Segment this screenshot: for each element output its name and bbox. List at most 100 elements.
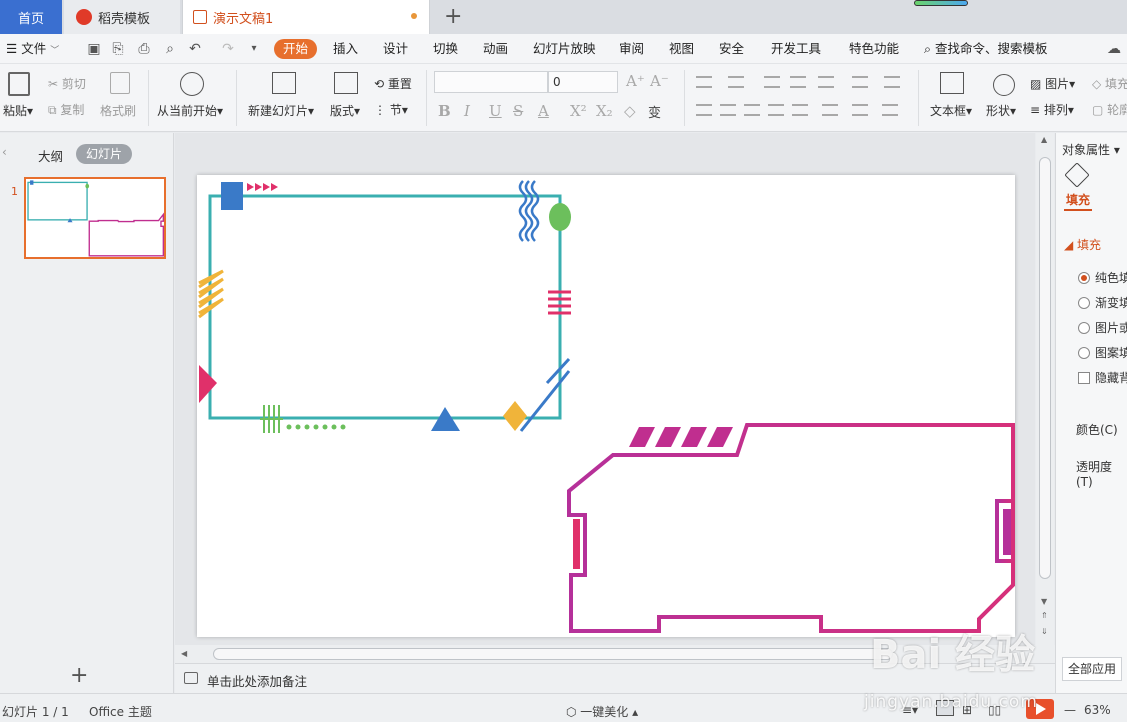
notes-toggle-icon[interactable]: ≡▾ — [902, 703, 918, 717]
font-shrink-icon[interactable]: A⁻ — [650, 72, 669, 90]
radio-gradient-fill[interactable]: 渐变填充 — [1078, 294, 1127, 311]
undo-icon[interactable]: ↶ — [187, 41, 203, 57]
beautify-button[interactable]: ⬡ 一键美化 ▴ — [566, 703, 638, 720]
prev-slide-icon[interactable]: ⇑ — [1041, 611, 1048, 620]
menu-special[interactable]: 特色功能 — [849, 34, 899, 64]
notes-placeholder[interactable]: 单击此处添加备注 — [207, 671, 307, 690]
subscript-icon[interactable]: X₂ — [596, 102, 613, 120]
file-menu[interactable]: ☰ 文件 ﹀ — [6, 34, 59, 64]
redo-icon[interactable]: ↷ — [220, 41, 236, 57]
menu-start[interactable]: 开始 — [274, 39, 318, 59]
text-direction-icon[interactable] — [852, 76, 868, 88]
strikethrough-icon[interactable]: S — [513, 102, 523, 120]
menu-insert[interactable]: 插入 — [333, 34, 358, 64]
menu-slideshow[interactable]: 幻灯片放映 — [533, 34, 596, 64]
collapse-panel-icon[interactable]: ‹ — [2, 145, 7, 159]
justify-icon[interactable] — [768, 104, 784, 116]
bullets-icon[interactable] — [696, 76, 712, 88]
textbox-button[interactable]: 文本框▾ — [930, 102, 972, 119]
paste-button[interactable]: 粘贴▾ — [3, 102, 33, 119]
new-slide-button[interactable]: 新建幻灯片▾ — [248, 102, 314, 119]
italic-icon[interactable]: I — [464, 102, 470, 120]
shape-button[interactable]: 形状▾ — [986, 102, 1016, 119]
customize-quick-access-icon[interactable]: ▾ — [246, 41, 262, 57]
underline-icon[interactable]: U — [489, 102, 502, 120]
vertical-scrollbar[interactable]: ▲ ▼ ⇑ ⇓ — [1036, 133, 1054, 645]
save-icon[interactable]: ▣ — [86, 41, 102, 57]
menu-review[interactable]: 审阅 — [619, 34, 644, 64]
vertical-scroll-thumb[interactable] — [1039, 157, 1051, 579]
scroll-left-icon[interactable]: ◀ — [181, 649, 187, 658]
normal-view-icon[interactable] — [936, 700, 954, 716]
distribute-icon[interactable] — [792, 104, 808, 116]
columns-icon[interactable] — [818, 76, 834, 88]
menu-developer[interactable]: 开发工具 — [771, 34, 821, 64]
horizontal-scroll-thumb[interactable] — [213, 648, 893, 660]
slide-canvas[interactable] — [197, 175, 1015, 637]
scroll-down-icon[interactable]: ▼ — [1041, 597, 1047, 606]
zoom-out-icon[interactable]: — — [1064, 703, 1076, 717]
menu-transition[interactable]: 切换 — [433, 34, 458, 64]
slide-thumbnail[interactable] — [24, 177, 166, 259]
phonetic-icon[interactable]: 变 — [648, 102, 661, 121]
play-from-current-button[interactable]: 从当前开始▾ — [157, 102, 223, 119]
line-spacing-icon[interactable] — [884, 76, 900, 88]
align-center-icon[interactable] — [720, 104, 736, 116]
fill-button[interactable]: ◇ 填充 — [1092, 75, 1127, 92]
para-settings-icon[interactable] — [882, 104, 898, 116]
menu-security[interactable]: 安全 — [719, 34, 744, 64]
cut-button[interactable]: ✂ 剪切 — [48, 75, 86, 92]
radio-pattern-fill[interactable]: 图案填充 — [1078, 344, 1127, 361]
copy-button[interactable]: ⧉ 复制 — [48, 101, 84, 118]
paragraph-spacing-icon[interactable] — [852, 104, 868, 116]
scroll-up-icon[interactable]: ▲ — [1041, 135, 1047, 144]
vertical-align-icon[interactable] — [822, 104, 838, 116]
print-icon[interactable]: ⎙ — [136, 41, 152, 57]
export-icon[interactable]: ⎘ — [110, 41, 126, 57]
menu-animation[interactable]: 动画 — [483, 34, 508, 64]
font-color-icon[interactable]: A — [538, 102, 549, 120]
decrease-indent-icon[interactable] — [764, 76, 780, 88]
theme-name[interactable]: Office 主题 — [89, 703, 152, 720]
apply-all-button[interactable]: 全部应用 — [1062, 657, 1122, 681]
bold-icon[interactable]: B — [438, 102, 451, 120]
eraser-icon[interactable]: ◇ — [624, 102, 636, 120]
paste-icon[interactable] — [8, 72, 30, 96]
superscript-icon[interactable]: X² — [570, 102, 587, 120]
sorter-view-icon[interactable]: ⊞ — [962, 703, 972, 717]
print-preview-icon[interactable]: ⌕ — [162, 41, 178, 57]
format-painter-button[interactable]: 格式刷 — [100, 102, 136, 119]
notes-bar[interactable]: 单击此处添加备注 — [175, 663, 1055, 693]
new-tab-button[interactable]: + — [444, 4, 462, 29]
tab-document[interactable]: 演示文稿1 — [182, 0, 430, 34]
fill-bucket-icon[interactable] — [1064, 162, 1090, 188]
reading-view-icon[interactable]: ▯▯ — [988, 703, 1001, 717]
add-slide-button[interactable]: + — [70, 663, 88, 688]
next-slide-icon[interactable]: ⇓ — [1041, 627, 1048, 636]
tab-fill[interactable]: 填充 — [1066, 191, 1090, 208]
font-grow-icon[interactable]: A⁺ — [626, 72, 645, 90]
reset-button[interactable]: ⟲ 重置 — [374, 75, 412, 92]
numbering-icon[interactable] — [728, 76, 744, 88]
command-search[interactable]: ⌕ 查找命令、搜索模板 — [924, 34, 1048, 64]
zoom-level[interactable]: 63% — [1084, 703, 1111, 717]
picture-button[interactable]: ▨ 图片▾ — [1030, 75, 1075, 92]
align-right-icon[interactable] — [744, 104, 760, 116]
layout-button[interactable]: 版式▾ — [330, 102, 360, 119]
radio-picture-fill[interactable]: 图片或纹理填充 — [1078, 319, 1127, 336]
arrange-button[interactable]: ≡ 排列▾ — [1030, 101, 1074, 118]
radio-solid-fill[interactable]: 纯色填充 — [1078, 269, 1127, 286]
slideshow-play-button[interactable] — [1026, 699, 1054, 719]
outline-button[interactable]: ▢ 轮廓 — [1092, 101, 1127, 118]
menu-design[interactable]: 设计 — [383, 34, 408, 64]
cloud-icon[interactable]: ☁ — [1106, 41, 1122, 57]
horizontal-scrollbar[interactable]: ◀ — [175, 645, 1055, 663]
font-name-select[interactable] — [434, 71, 548, 93]
align-left-icon[interactable] — [696, 104, 712, 116]
font-size-select[interactable]: 0 — [548, 71, 618, 93]
tab-slides[interactable]: 幻灯片 — [76, 144, 132, 164]
fill-section-header[interactable]: ◢ 填充 — [1064, 236, 1101, 253]
section-button[interactable]: ⋮ 节▾ — [374, 101, 408, 118]
menu-view[interactable]: 视图 — [669, 34, 694, 64]
tab-template[interactable]: 稻壳模板 — [64, 0, 180, 34]
